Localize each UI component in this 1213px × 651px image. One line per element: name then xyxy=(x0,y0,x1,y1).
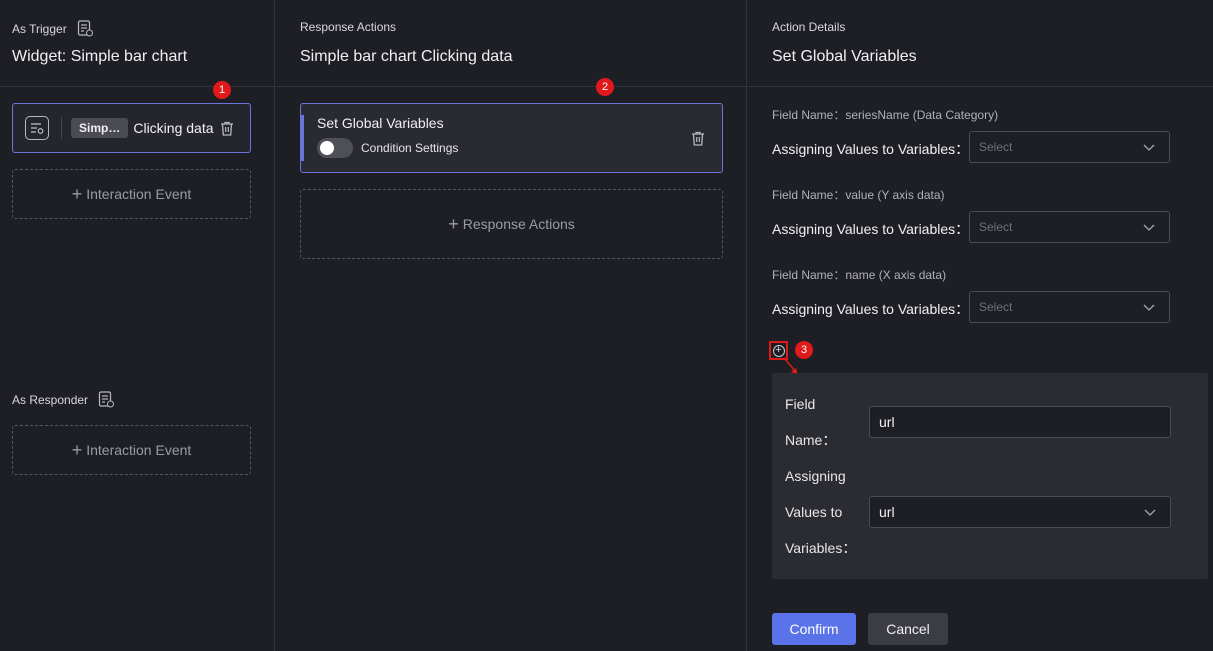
response-title: Simple bar chart Clicking data xyxy=(300,48,513,65)
custom-assign-label-line3: Variables： xyxy=(785,540,857,556)
add-interaction-event-label: Interaction Event xyxy=(86,186,192,202)
assign-label-series: Assigning Values to Variables： xyxy=(772,141,970,157)
add-responder-event-button[interactable]: + Interaction Event xyxy=(12,425,251,475)
assign-label-name: Assigning Values to Variables： xyxy=(772,301,970,317)
field-name-series: Field Name：seriesName (Data Category) xyxy=(772,108,999,122)
as-trigger-header: As Trigger xyxy=(12,20,93,37)
trigger-column: As Trigger Widget: Simple bar chart 1 Si… xyxy=(0,0,275,651)
custom-variable-value: url xyxy=(879,504,895,520)
custom-assign-label-line1: Assigning xyxy=(785,468,846,484)
callout-badge-1: 1 xyxy=(213,81,231,99)
callout-badge-2: 2 xyxy=(596,78,614,96)
field-name-name: Field Name：name (X axis data) xyxy=(772,268,947,282)
variable-select-name[interactable]: Select xyxy=(969,291,1170,323)
assign-label-value: Assigning Values to Variables： xyxy=(772,221,970,237)
custom-field-panel: Field Name： url Assigning Values to Vari… xyxy=(772,373,1208,579)
as-responder-header: As Responder xyxy=(12,391,115,408)
document-help-icon[interactable] xyxy=(98,391,115,408)
action-details-column: Action Details Set Global Variables Fiel… xyxy=(748,0,1213,651)
select-placeholder: Select xyxy=(979,140,1013,154)
custom-field-name-value: url xyxy=(879,414,895,430)
add-interaction-event-button[interactable]: + Interaction Event xyxy=(12,169,251,219)
chevron-down-icon xyxy=(1143,224,1155,231)
action-title: Set Global Variables xyxy=(317,115,444,131)
field-name-value: Field Name：value (Y axis data) xyxy=(772,188,945,202)
custom-variable-select[interactable]: url xyxy=(869,496,1171,528)
action-details-label: Action Details xyxy=(772,20,846,34)
separator xyxy=(61,117,62,139)
plus-icon: + xyxy=(71,184,83,204)
custom-assign-label-line2: Values to xyxy=(785,504,843,520)
divider xyxy=(0,86,274,87)
add-responder-event-label: Interaction Event xyxy=(86,442,192,458)
cancel-button[interactable]: Cancel xyxy=(868,613,948,645)
custom-field-name-input[interactable]: url xyxy=(869,406,1171,438)
divider xyxy=(748,86,1213,87)
chevron-down-icon xyxy=(1144,509,1156,516)
custom-field-label-line2: Name： xyxy=(785,432,837,448)
trigger-event-card[interactable]: Simp… Clicking data xyxy=(12,103,251,153)
trash-icon[interactable] xyxy=(220,121,234,136)
select-placeholder: Select xyxy=(979,220,1013,234)
action-details-title: Set Global Variables xyxy=(772,48,917,65)
condition-settings-toggle[interactable] xyxy=(317,138,353,158)
add-response-action-button[interactable]: + Response Actions xyxy=(300,189,723,259)
trigger-title: Widget: Simple bar chart xyxy=(12,48,188,65)
plus-circle-icon: + xyxy=(772,344,785,357)
widget-chip: Simp… xyxy=(71,118,129,138)
document-help-icon[interactable] xyxy=(77,20,93,37)
response-actions-label: Response Actions xyxy=(300,20,397,34)
confirm-button[interactable]: Confirm xyxy=(772,613,856,645)
toggle-knob xyxy=(320,141,334,155)
action-card-set-global-variables[interactable]: Set Global Variables Condition Settings xyxy=(300,103,723,173)
chevron-down-icon xyxy=(1143,304,1155,311)
as-trigger-label: As Trigger xyxy=(12,21,67,36)
select-placeholder: Select xyxy=(979,300,1013,314)
variable-select-series[interactable]: Select xyxy=(969,131,1170,163)
trigger-event-label: Clicking data xyxy=(133,120,214,136)
list-settings-icon xyxy=(25,116,49,140)
variable-select-value[interactable]: Select xyxy=(969,211,1170,243)
custom-field-label-line1: Field xyxy=(785,396,816,412)
plus-icon: + xyxy=(71,440,83,460)
response-column: Response Actions Simple bar chart Clicki… xyxy=(276,0,747,651)
chevron-down-icon xyxy=(1143,144,1155,151)
add-response-action-label: Response Actions xyxy=(462,216,575,232)
plus-icon: + xyxy=(448,214,459,234)
divider xyxy=(276,86,746,87)
as-responder-label: As Responder xyxy=(12,392,89,407)
condition-settings-label: Condition Settings xyxy=(361,141,459,155)
card-accent xyxy=(301,115,304,161)
trash-icon[interactable] xyxy=(691,131,705,146)
